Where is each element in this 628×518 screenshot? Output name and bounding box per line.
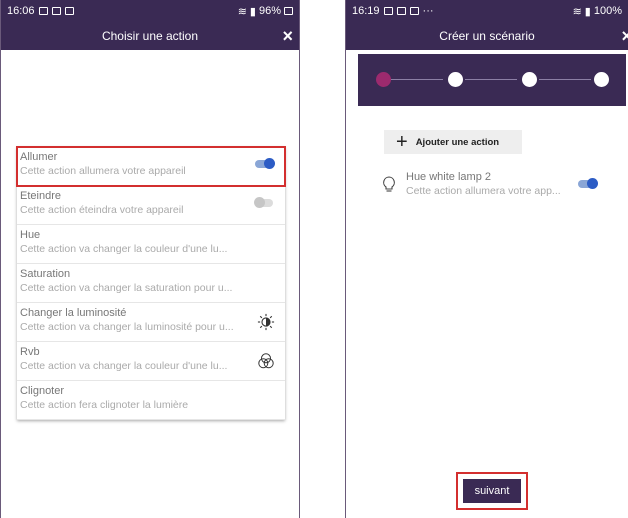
progress-stepper [358, 54, 626, 106]
lightbulb-icon [383, 176, 395, 192]
battery-icon [284, 7, 293, 15]
close-icon[interactable]: × [282, 26, 293, 46]
action-desc: Cette action va changer la saturation po… [20, 282, 233, 294]
add-action-label: Ajouter une action [415, 136, 500, 148]
next-button-highlight: suivant [456, 472, 528, 510]
status-bar: 16:06 ≋ ▮ 96% [1, 0, 299, 22]
action-item-eteindre[interactable]: Eteindre Cette action éteindra votre app… [17, 186, 285, 225]
step-1-active [376, 72, 391, 87]
action-name: Changer la luminosité [20, 307, 127, 319]
action-desc: Cette action allumera votre appareil [20, 165, 186, 177]
message-notification-icon [409, 7, 419, 15]
action-name: Eteindre [20, 190, 61, 202]
status-time: 16:19 [352, 5, 380, 17]
step-3 [522, 72, 537, 87]
step-4 [594, 72, 609, 87]
status-bar: 16:19 ··· ≋ ▮ 100% [346, 0, 628, 22]
action-list: Allumer Cette action allumera votre appa… [16, 146, 286, 420]
action-item-saturation[interactable]: Saturation Cette action va changer la sa… [17, 264, 285, 303]
video-notification-icon [64, 7, 74, 15]
toggle-switch[interactable] [254, 197, 273, 208]
phone-screen-choose-action: 16:06 ≋ ▮ 96% Choisir une action × Allum… [0, 0, 300, 518]
image-notification-icon [38, 7, 48, 15]
action-name: Rvb [20, 346, 40, 358]
phone-screen-create-scenario: 16:19 ··· ≋ ▮ 100% Créer un scénario × +… [345, 0, 628, 518]
scenario-action-item[interactable]: Hue white lamp 2 Cette action allumera v… [374, 166, 604, 206]
status-time: 16:06 [7, 5, 35, 17]
app-bar: Créer un scénario × [346, 22, 628, 50]
close-icon[interactable]: × [621, 26, 628, 46]
brightness-icon [257, 313, 275, 331]
action-desc: Cette action allumera votre app... [406, 185, 561, 197]
app-bar: Choisir une action × [1, 22, 299, 50]
signal-icon: ▮ [584, 5, 591, 18]
toggle-switch[interactable] [255, 158, 275, 169]
action-item-hue[interactable]: Hue Cette action va changer la couleur d… [17, 225, 285, 264]
battery-level: 96% [258, 5, 281, 17]
action-desc: Cette action va changer la luminosité po… [20, 321, 234, 333]
action-name: Hue [20, 229, 41, 241]
action-name: Clignoter [20, 385, 65, 397]
step-connector [391, 79, 443, 80]
action-item-rvb[interactable]: Rvb Cette action va changer la couleur d… [17, 342, 285, 381]
action-item-clignoter[interactable]: Clignoter Cette action fera clignoter la… [17, 381, 285, 420]
battery-level: 100% [593, 5, 622, 17]
add-action-button[interactable]: + Ajouter une action [384, 130, 522, 154]
page-title: Créer un scénario [439, 29, 535, 43]
action-item-allumer[interactable]: Allumer Cette action allumera votre appa… [16, 146, 286, 187]
rgb-circles-icon [258, 353, 274, 369]
message-notification-icon [51, 7, 61, 15]
action-desc: Cette action va changer la couleur d'une… [20, 360, 228, 372]
action-item-luminosite[interactable]: Changer la luminosité Cette action va ch… [17, 303, 285, 342]
image-notification-icon [383, 7, 393, 15]
wifi-icon: ≋ [237, 5, 247, 18]
signal-icon: ▮ [249, 5, 256, 18]
action-desc: Cette action éteindra votre appareil [20, 204, 184, 216]
wifi-icon: ≋ [572, 5, 582, 18]
action-name: Saturation [20, 268, 71, 280]
toggle-switch[interactable] [578, 178, 598, 189]
step-connector [465, 79, 517, 80]
page-title: Choisir une action [101, 29, 199, 43]
action-name: Hue white lamp 2 [406, 171, 491, 183]
plus-icon: + [396, 131, 408, 153]
more-notifications-icon: ··· [422, 5, 434, 17]
action-name: Allumer [20, 151, 58, 163]
step-2 [448, 72, 463, 87]
step-connector [539, 79, 591, 80]
next-button[interactable]: suivant [463, 479, 521, 503]
action-desc: Cette action va changer la couleur d'une… [20, 243, 228, 255]
linkedin-notification-icon [396, 7, 406, 15]
action-desc: Cette action fera clignoter la lumière [20, 399, 189, 411]
